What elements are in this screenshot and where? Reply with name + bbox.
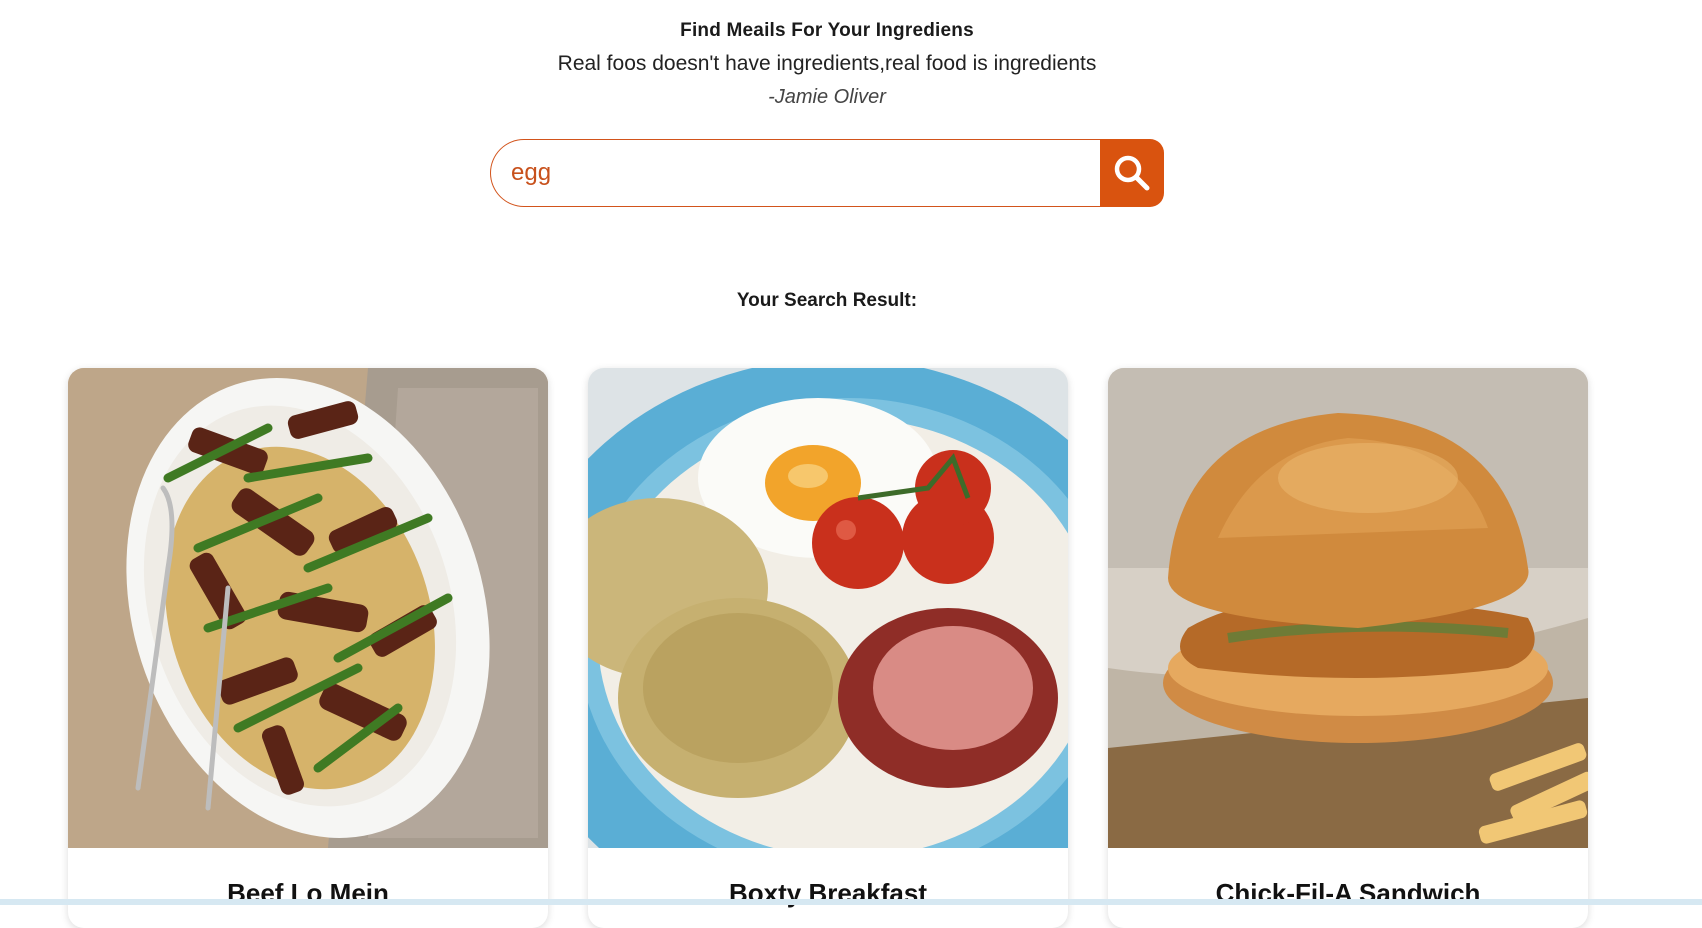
search-input[interactable] — [490, 139, 1100, 207]
search-button[interactable] — [1100, 139, 1164, 207]
search-icon — [1114, 155, 1150, 191]
results-heading: Your Search Result: — [736, 290, 918, 311]
beef-lo-mein-photo — [68, 368, 548, 848]
page-margin — [1662, 0, 1702, 899]
bottom-scroll-edge — [0, 899, 1702, 905]
chick-fil-a-sandwich-photo — [1108, 368, 1588, 848]
recipe-card[interactable]: Boxty Breakfast — [588, 368, 1068, 928]
quote-author: -Jamie Oliver — [768, 86, 886, 108]
boxty-breakfast-photo — [588, 368, 1068, 848]
recipe-card[interactable]: Chick-Fil-A Sandwich — [1108, 368, 1588, 928]
page-title: Find Meails For Your Ingrediens — [680, 20, 974, 41]
search-bar — [490, 139, 1164, 207]
recipe-card[interactable]: Beef Lo Mein — [68, 368, 548, 928]
hero-quote: Real foos doesn't have ingredients,real … — [557, 52, 1097, 75]
